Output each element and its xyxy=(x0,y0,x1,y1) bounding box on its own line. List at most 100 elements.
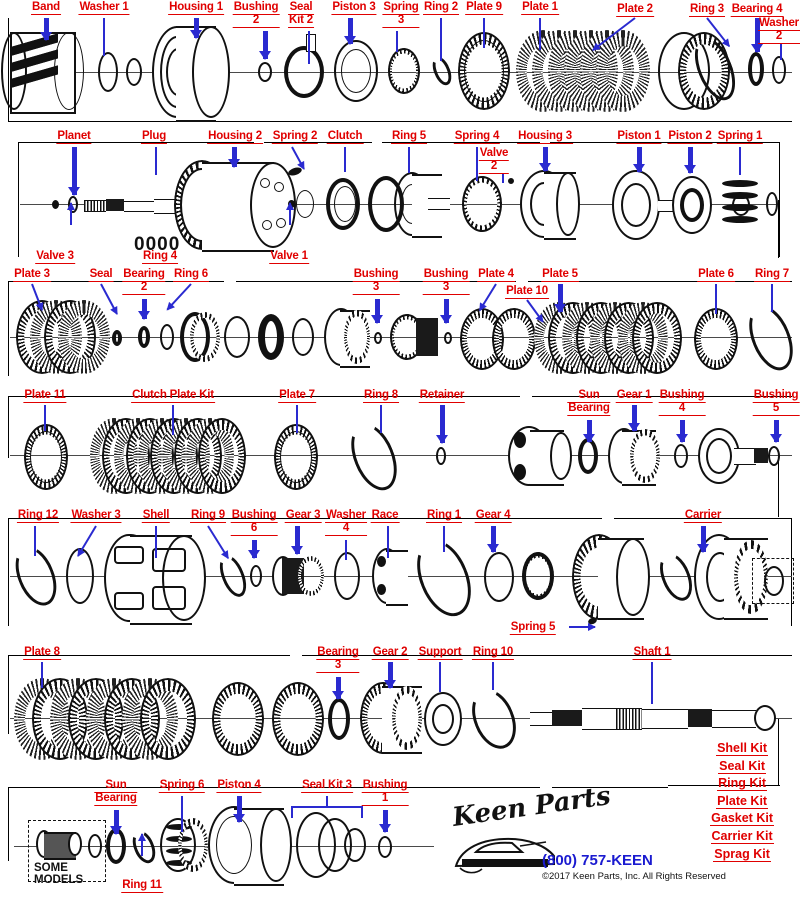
kit-item-shell-kit[interactable]: Shell Kit xyxy=(710,740,774,758)
leader-ring-5 xyxy=(408,147,410,173)
gear-2-part xyxy=(360,682,426,756)
gear-ring-large xyxy=(572,534,658,622)
kit-item-plate-kit[interactable]: Plate Kit xyxy=(710,793,774,811)
label-text: Bushing xyxy=(361,779,409,793)
label-text: Shaft 1 xyxy=(632,646,672,660)
leader-plate-1 xyxy=(539,18,541,50)
frame-gap xyxy=(290,653,302,656)
label-housing-1: Housing 1 xyxy=(168,1,224,15)
kit-item-ring-kit[interactable]: Ring Kit xyxy=(710,775,774,793)
label-text: 6 xyxy=(230,522,278,536)
label-text: 3 xyxy=(352,281,400,295)
label-gear-4: Gear 4 xyxy=(474,509,512,523)
label-spring-1: Spring 1 xyxy=(716,130,764,144)
label-text: Plate 8 xyxy=(23,646,61,660)
label-plate-5: Plate 5 xyxy=(541,268,579,282)
label-ring-4: Ring 4 xyxy=(142,250,178,264)
label-piston-1: Piston 1 xyxy=(616,130,662,144)
label-text: Plate 10 xyxy=(505,285,549,299)
kit-item-gasket-kit[interactable]: Gasket Kit xyxy=(710,810,774,828)
label-text: 1 xyxy=(361,792,409,806)
kit-item-seal-kit[interactable]: Seal Kit xyxy=(710,758,774,776)
leader-ring-1 xyxy=(443,526,445,552)
label-plug: Plug xyxy=(140,130,168,144)
label-text: Housing 2 xyxy=(207,130,263,144)
leader-piston-3 xyxy=(343,18,356,45)
label-washer-2: Washer 2 xyxy=(758,17,800,44)
label-spring-4: Spring 4 xyxy=(453,130,501,144)
frame-gap xyxy=(372,140,382,143)
bearing-roller-part xyxy=(522,552,568,602)
housing-1-part xyxy=(152,26,238,122)
label-bushing-2: Bushing 2 xyxy=(232,1,280,28)
label-text: Ring 2 xyxy=(423,1,459,15)
label-plate-4: Plate 4 xyxy=(477,268,515,282)
kit-item-carrier-kit[interactable]: Carrier Kit xyxy=(710,828,774,846)
label-washer-4: Washer 4 xyxy=(325,509,367,536)
leader-plate-5 xyxy=(553,284,566,313)
label-text: 3 xyxy=(316,659,360,673)
label-bearing-3: Bearing 3 xyxy=(316,646,360,673)
label-gear-2: Gear 2 xyxy=(371,646,409,660)
leader-ring-10 xyxy=(492,662,494,690)
label-text: Shell xyxy=(141,509,171,523)
piston-1-part xyxy=(612,170,674,240)
label-housing-2: Housing 2 xyxy=(207,130,263,144)
leader-spring-3 xyxy=(396,31,398,52)
label-text: Bushing xyxy=(232,1,280,15)
label-valve-1: Valve 1 xyxy=(269,250,309,264)
leader-seal-kit-3 xyxy=(291,796,363,824)
kit-item-sprag-kit[interactable]: Sprag Kit xyxy=(710,846,774,864)
leader-shell xyxy=(155,526,157,558)
label-spring-6: Spring 6 xyxy=(158,779,206,793)
label-text: Gear 1 xyxy=(615,389,653,403)
label-seal-kit-3: Seal Kit 3 xyxy=(301,779,353,793)
label-text: Spring xyxy=(382,1,420,15)
leader-piston-1 xyxy=(632,147,645,173)
copyright-text: ©2017 Keen Parts, Inc. All Rights Reserv… xyxy=(542,871,726,882)
label-text: Ring 10 xyxy=(471,646,515,660)
leader-bushing-5 xyxy=(769,420,782,443)
label-text: 5 xyxy=(752,402,800,416)
label-housing-3: Housing 3 xyxy=(517,130,573,144)
leader-plate-6 xyxy=(715,284,717,314)
label-band: Band xyxy=(31,1,61,15)
label-text: Bearing 4 xyxy=(730,3,784,17)
label-text: 2 xyxy=(232,14,280,28)
label-text: Piston 3 xyxy=(331,1,377,15)
label-piston-2: Piston 2 xyxy=(667,130,713,144)
label-text: Gear 3 xyxy=(284,509,322,523)
label-text: Sun xyxy=(94,779,138,793)
leader-plug xyxy=(155,147,157,175)
leader-retainer xyxy=(435,405,448,444)
label-text: Valve 1 xyxy=(269,250,309,264)
spring-6-part xyxy=(160,818,210,874)
leader-bushing-4 xyxy=(675,420,688,443)
label-text: 4 xyxy=(325,522,367,536)
leader-bearing-2 xyxy=(137,299,150,320)
shaft-1-part xyxy=(530,702,780,736)
label-text: Clutch xyxy=(326,130,364,144)
leader-valve-3 xyxy=(67,202,76,225)
kit-item-label: Carrier Kit xyxy=(710,828,774,844)
label-plate-7: Plate 7 xyxy=(278,389,316,403)
label-text: Housing 1 xyxy=(168,1,224,15)
gear-1-part xyxy=(608,428,664,486)
parts-diagram-sheet: 0000 SOME MODELS Band Washer 1 Housing 1… xyxy=(0,0,800,900)
label-clutch-plate-kit: Clutch Plate Kit xyxy=(131,389,215,403)
leader-shaft-1 xyxy=(651,662,653,704)
label-washer-3: Washer 3 xyxy=(70,509,122,523)
label-support: Support xyxy=(417,646,463,660)
label-text: Bushing xyxy=(352,268,400,282)
leader-clutch-plate-kit xyxy=(172,405,174,435)
label-text: Plate 11 xyxy=(23,389,67,403)
label-text: Retainer xyxy=(418,389,466,403)
leader-bushing-3b xyxy=(439,299,452,324)
gear-3-part xyxy=(272,556,328,598)
leader-gear-4 xyxy=(486,526,499,553)
leader-clutch xyxy=(344,147,346,172)
label-sun-bearing-1: Sun Bearing xyxy=(567,389,611,416)
label-text: Bearing xyxy=(567,401,611,416)
label-text: 3 xyxy=(422,281,470,295)
sun-gear-assembly xyxy=(508,426,576,486)
